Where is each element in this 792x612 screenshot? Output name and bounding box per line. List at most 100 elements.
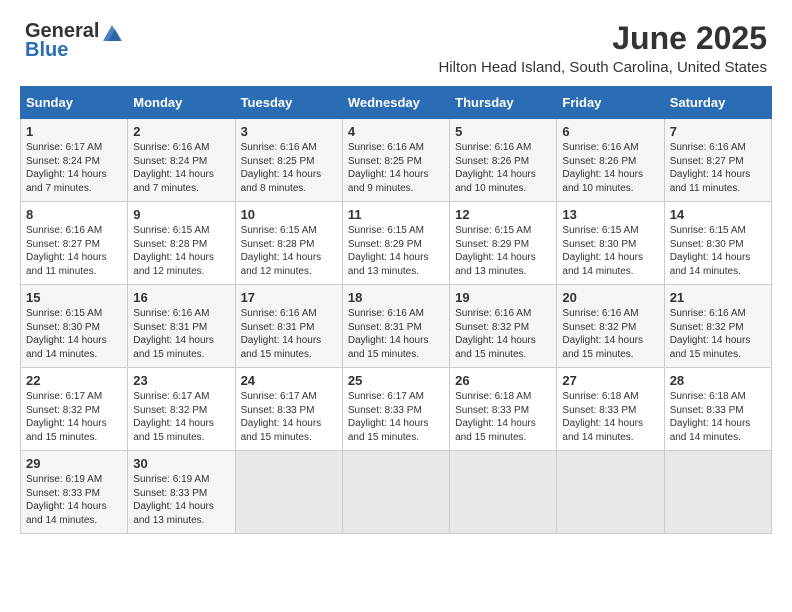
col-tuesday: Tuesday bbox=[235, 87, 342, 119]
cell-info: Sunrise: 6:15 AM Sunset: 8:29 PM Dayligh… bbox=[348, 224, 444, 278]
day-number: 21 bbox=[670, 290, 766, 305]
calendar-cell: 17 Sunrise: 6:16 AM Sunset: 8:31 PM Dayl… bbox=[235, 285, 342, 368]
calendar-cell: 22 Sunrise: 6:17 AM Sunset: 8:32 PM Dayl… bbox=[21, 368, 128, 451]
calendar-cell: 25 Sunrise: 6:17 AM Sunset: 8:33 PM Dayl… bbox=[342, 368, 449, 451]
cell-info: Sunrise: 6:18 AM Sunset: 8:33 PM Dayligh… bbox=[670, 390, 766, 444]
cell-info: Sunrise: 6:18 AM Sunset: 8:33 PM Dayligh… bbox=[455, 390, 551, 444]
calendar-cell: 1 Sunrise: 6:17 AM Sunset: 8:24 PM Dayli… bbox=[21, 119, 128, 202]
location-title: Hilton Head Island, South Carolina, Unit… bbox=[438, 59, 767, 76]
calendar-cell: 24 Sunrise: 6:17 AM Sunset: 8:33 PM Dayl… bbox=[235, 368, 342, 451]
calendar-cell: 4 Sunrise: 6:16 AM Sunset: 8:25 PM Dayli… bbox=[342, 119, 449, 202]
calendar-cell: 28 Sunrise: 6:18 AM Sunset: 8:33 PM Dayl… bbox=[664, 368, 771, 451]
logo: General Blue bbox=[25, 20, 125, 62]
cell-info: Sunrise: 6:19 AM Sunset: 8:33 PM Dayligh… bbox=[133, 473, 229, 527]
calendar-cell: 26 Sunrise: 6:18 AM Sunset: 8:33 PM Dayl… bbox=[450, 368, 557, 451]
day-number: 3 bbox=[241, 124, 337, 139]
day-number: 14 bbox=[670, 207, 766, 222]
calendar-cell bbox=[557, 451, 664, 534]
col-thursday: Thursday bbox=[450, 87, 557, 119]
cell-info: Sunrise: 6:15 AM Sunset: 8:30 PM Dayligh… bbox=[562, 224, 658, 278]
title-section: June 2025 Hilton Head Island, South Caro… bbox=[438, 20, 767, 76]
calendar-week-row: 8 Sunrise: 6:16 AM Sunset: 8:27 PM Dayli… bbox=[21, 202, 772, 285]
day-number: 2 bbox=[133, 124, 229, 139]
calendar-week-row: 22 Sunrise: 6:17 AM Sunset: 8:32 PM Dayl… bbox=[21, 368, 772, 451]
page-header: General Blue June 2025 Hilton Head Islan… bbox=[10, 10, 782, 81]
day-number: 10 bbox=[241, 207, 337, 222]
day-number: 7 bbox=[670, 124, 766, 139]
calendar-cell: 23 Sunrise: 6:17 AM Sunset: 8:32 PM Dayl… bbox=[128, 368, 235, 451]
col-sunday: Sunday bbox=[21, 87, 128, 119]
day-number: 25 bbox=[348, 373, 444, 388]
day-number: 30 bbox=[133, 456, 229, 471]
calendar-cell: 19 Sunrise: 6:16 AM Sunset: 8:32 PM Dayl… bbox=[450, 285, 557, 368]
cell-info: Sunrise: 6:17 AM Sunset: 8:32 PM Dayligh… bbox=[26, 390, 122, 444]
calendar-cell: 29 Sunrise: 6:19 AM Sunset: 8:33 PM Dayl… bbox=[21, 451, 128, 534]
calendar-cell bbox=[235, 451, 342, 534]
day-number: 29 bbox=[26, 456, 122, 471]
day-number: 12 bbox=[455, 207, 551, 222]
calendar-cell: 10 Sunrise: 6:15 AM Sunset: 8:28 PM Dayl… bbox=[235, 202, 342, 285]
day-number: 16 bbox=[133, 290, 229, 305]
calendar-cell: 15 Sunrise: 6:15 AM Sunset: 8:30 PM Dayl… bbox=[21, 285, 128, 368]
logo-blue: Blue bbox=[25, 39, 68, 62]
cell-info: Sunrise: 6:16 AM Sunset: 8:31 PM Dayligh… bbox=[133, 307, 229, 361]
calendar-cell: 11 Sunrise: 6:15 AM Sunset: 8:29 PM Dayl… bbox=[342, 202, 449, 285]
day-number: 17 bbox=[241, 290, 337, 305]
cell-info: Sunrise: 6:15 AM Sunset: 8:28 PM Dayligh… bbox=[241, 224, 337, 278]
cell-info: Sunrise: 6:15 AM Sunset: 8:29 PM Dayligh… bbox=[455, 224, 551, 278]
cell-info: Sunrise: 6:16 AM Sunset: 8:24 PM Dayligh… bbox=[133, 141, 229, 195]
col-saturday: Saturday bbox=[664, 87, 771, 119]
calendar-week-row: 29 Sunrise: 6:19 AM Sunset: 8:33 PM Dayl… bbox=[21, 451, 772, 534]
calendar-cell: 18 Sunrise: 6:16 AM Sunset: 8:31 PM Dayl… bbox=[342, 285, 449, 368]
day-number: 26 bbox=[455, 373, 551, 388]
day-number: 19 bbox=[455, 290, 551, 305]
day-number: 11 bbox=[348, 207, 444, 222]
day-number: 23 bbox=[133, 373, 229, 388]
day-number: 13 bbox=[562, 207, 658, 222]
calendar-cell: 16 Sunrise: 6:16 AM Sunset: 8:31 PM Dayl… bbox=[128, 285, 235, 368]
logo-icon bbox=[101, 23, 123, 41]
calendar-cell: 2 Sunrise: 6:16 AM Sunset: 8:24 PM Dayli… bbox=[128, 119, 235, 202]
calendar-cell: 20 Sunrise: 6:16 AM Sunset: 8:32 PM Dayl… bbox=[557, 285, 664, 368]
calendar-cell: 21 Sunrise: 6:16 AM Sunset: 8:32 PM Dayl… bbox=[664, 285, 771, 368]
day-number: 5 bbox=[455, 124, 551, 139]
day-number: 8 bbox=[26, 207, 122, 222]
cell-info: Sunrise: 6:17 AM Sunset: 8:33 PM Dayligh… bbox=[348, 390, 444, 444]
cell-info: Sunrise: 6:17 AM Sunset: 8:24 PM Dayligh… bbox=[26, 141, 122, 195]
cell-info: Sunrise: 6:16 AM Sunset: 8:25 PM Dayligh… bbox=[348, 141, 444, 195]
calendar-cell: 12 Sunrise: 6:15 AM Sunset: 8:29 PM Dayl… bbox=[450, 202, 557, 285]
calendar-cell: 30 Sunrise: 6:19 AM Sunset: 8:33 PM Dayl… bbox=[128, 451, 235, 534]
cell-info: Sunrise: 6:19 AM Sunset: 8:33 PM Dayligh… bbox=[26, 473, 122, 527]
cell-info: Sunrise: 6:16 AM Sunset: 8:26 PM Dayligh… bbox=[562, 141, 658, 195]
calendar-table: Sunday Monday Tuesday Wednesday Thursday… bbox=[20, 86, 772, 534]
calendar-cell: 7 Sunrise: 6:16 AM Sunset: 8:27 PM Dayli… bbox=[664, 119, 771, 202]
cell-info: Sunrise: 6:16 AM Sunset: 8:27 PM Dayligh… bbox=[26, 224, 122, 278]
calendar-cell: 27 Sunrise: 6:18 AM Sunset: 8:33 PM Dayl… bbox=[557, 368, 664, 451]
day-number: 4 bbox=[348, 124, 444, 139]
cell-info: Sunrise: 6:15 AM Sunset: 8:28 PM Dayligh… bbox=[133, 224, 229, 278]
cell-info: Sunrise: 6:18 AM Sunset: 8:33 PM Dayligh… bbox=[562, 390, 658, 444]
cell-info: Sunrise: 6:16 AM Sunset: 8:32 PM Dayligh… bbox=[455, 307, 551, 361]
cell-info: Sunrise: 6:16 AM Sunset: 8:25 PM Dayligh… bbox=[241, 141, 337, 195]
calendar-cell bbox=[342, 451, 449, 534]
calendar-header-row: Sunday Monday Tuesday Wednesday Thursday… bbox=[21, 87, 772, 119]
day-number: 1 bbox=[26, 124, 122, 139]
calendar-week-row: 15 Sunrise: 6:15 AM Sunset: 8:30 PM Dayl… bbox=[21, 285, 772, 368]
calendar-cell: 6 Sunrise: 6:16 AM Sunset: 8:26 PM Dayli… bbox=[557, 119, 664, 202]
day-number: 22 bbox=[26, 373, 122, 388]
col-friday: Friday bbox=[557, 87, 664, 119]
day-number: 27 bbox=[562, 373, 658, 388]
calendar-cell: 13 Sunrise: 6:15 AM Sunset: 8:30 PM Dayl… bbox=[557, 202, 664, 285]
cell-info: Sunrise: 6:16 AM Sunset: 8:32 PM Dayligh… bbox=[670, 307, 766, 361]
day-number: 20 bbox=[562, 290, 658, 305]
cell-info: Sunrise: 6:16 AM Sunset: 8:32 PM Dayligh… bbox=[562, 307, 658, 361]
calendar-cell bbox=[450, 451, 557, 534]
day-number: 15 bbox=[26, 290, 122, 305]
cell-info: Sunrise: 6:15 AM Sunset: 8:30 PM Dayligh… bbox=[26, 307, 122, 361]
calendar-cell: 3 Sunrise: 6:16 AM Sunset: 8:25 PM Dayli… bbox=[235, 119, 342, 202]
calendar-cell: 5 Sunrise: 6:16 AM Sunset: 8:26 PM Dayli… bbox=[450, 119, 557, 202]
day-number: 6 bbox=[562, 124, 658, 139]
calendar-cell: 8 Sunrise: 6:16 AM Sunset: 8:27 PM Dayli… bbox=[21, 202, 128, 285]
day-number: 18 bbox=[348, 290, 444, 305]
calendar-week-row: 1 Sunrise: 6:17 AM Sunset: 8:24 PM Dayli… bbox=[21, 119, 772, 202]
